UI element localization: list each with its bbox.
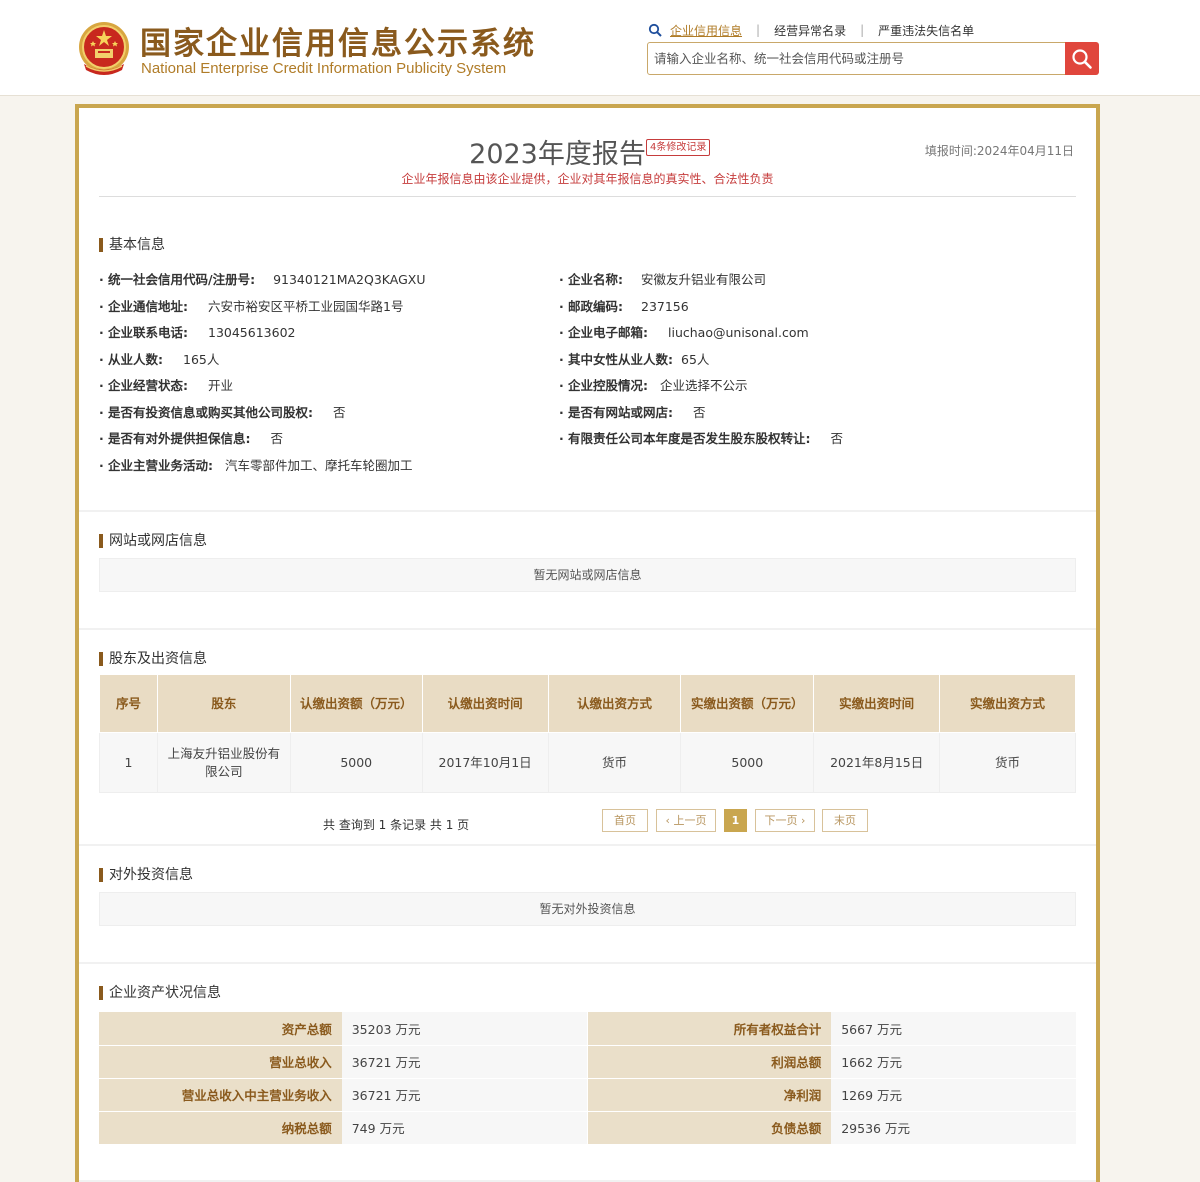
col-header-shareholder: 股东: [156, 674, 291, 733]
search-icon: [648, 23, 662, 37]
asset-label: 利润总额: [588, 1045, 832, 1079]
section-divider: [79, 628, 1096, 630]
asset-value: 749 万元: [341, 1111, 587, 1145]
col-header-paid-date: 实缴出资时间: [813, 674, 941, 733]
field-investment: · 是否有投资信息或购买其他公司股权: 否: [99, 405, 346, 420]
col-header-subscribed-method: 认缴出资方式: [547, 674, 682, 733]
col-header-subscribed-amount: 认缴出资额（万元）: [289, 674, 423, 733]
search-input[interactable]: [647, 42, 1067, 75]
table-row: 1 上海友升铝业股份有限公司 5000 2017年10月1日 货币 5000 2…: [99, 732, 1076, 793]
site-title-en: National Enterprise Credit Information P…: [141, 60, 507, 77]
asset-value: 1662 万元: [831, 1045, 1076, 1079]
cell-paid-method: 货币: [939, 732, 1076, 793]
website-empty-message: 暂无网站或网店信息: [99, 558, 1076, 592]
asset-label: 营业总收入: [99, 1045, 342, 1079]
national-emblem-icon[interactable]: [76, 20, 132, 78]
table-header-row: 序号 股东 认缴出资额（万元） 认缴出资时间 认缴出资方式 实缴出资额（万元） …: [99, 674, 1076, 733]
pager-prev-button[interactable]: ‹ 上一页: [656, 809, 716, 832]
assets-table: 资产总额 35203 万元 所有者权益合计 5667 万元 营业总收入 3672…: [99, 1012, 1076, 1145]
fill-time: 填报时间:2024年04月11日: [924, 144, 1074, 158]
field-website: · 是否有网站或网店: 否: [559, 405, 706, 420]
col-header-subscribed-date: 认缴出资时间: [421, 674, 549, 733]
field-email: · 企业电子邮箱: liuchao@unisonal.com: [559, 325, 809, 340]
investment-empty-message: 暂无对外投资信息: [99, 892, 1076, 926]
field-phone: · 企业联系电话: 13045613602: [99, 325, 296, 340]
divider: [99, 196, 1076, 197]
field-holding: · 企业控股情况: 企业选择不公示: [559, 378, 748, 393]
cell-subscribed-date: 2017年10月1日: [421, 732, 549, 793]
field-female-employees: · 其中女性从业人数: 65人: [559, 352, 710, 367]
field-postcode: · 邮政编码: 237156: [559, 299, 689, 314]
field-credit-code: · 统一社会信用代码/注册号: 91340121MA2Q3KAGXU: [99, 272, 426, 287]
cell-shareholder: 上海友升铝业股份有限公司: [156, 732, 291, 793]
asset-label: 营业总收入中主营业务收入: [99, 1078, 342, 1112]
magnifier-icon: [1072, 48, 1092, 69]
field-guarantee: · 是否有对外提供担保信息: 否: [99, 431, 284, 446]
nav-separator: |: [860, 23, 865, 37]
chevron-right-icon: ›: [797, 814, 806, 827]
shareholders-table: 序号 股东 认缴出资额（万元） 认缴出资时间 认缴出资方式 实缴出资额（万元） …: [99, 674, 1076, 793]
top-nav: 企业信用信息 | 经营异常名录 | 严重违法失信名单: [648, 21, 974, 39]
cell-subscribed-amount: 5000: [289, 732, 423, 793]
field-status: · 企业经营状态: 开业: [99, 378, 234, 393]
field-company-name: · 企业名称: 安徽友升铝业有限公司: [559, 272, 767, 287]
modification-record-badge[interactable]: 4条修改记录: [646, 139, 711, 156]
asset-label: 所有者权益合计: [588, 1012, 832, 1046]
cell-subscribed-method: 货币: [547, 732, 682, 793]
disclaimer: 企业年报信息由该企业提供，企业对其年报信息的真实性、合法性负责: [401, 172, 774, 186]
cell-paid-date: 2021年8月15日: [813, 732, 941, 793]
report-panel: 2023年度报告 4条修改记录 填报时间:2024年04月11日 企业年报信息由…: [75, 104, 1100, 1182]
section-title-basic: 基本信息: [99, 238, 165, 252]
field-address: · 企业通信地址: 六安市裕安区平桥工业园国华路1号: [99, 299, 404, 314]
table-row: 营业总收入 36721 万元 利润总额 1662 万元: [99, 1045, 1076, 1079]
asset-value: 36721 万元: [341, 1045, 587, 1079]
col-header-paid-method: 实缴出资方式: [939, 674, 1076, 733]
table-row: 纳税总额 749 万元 负债总额 29536 万元: [99, 1111, 1076, 1145]
pager-last-button[interactable]: 末页: [822, 809, 868, 832]
site-title-cn: 国家企业信用信息公示系统: [140, 26, 536, 62]
field-main-business: · 企业主营业务活动: 汽车零部件加工、摩托车轮圈加工: [99, 458, 413, 473]
asset-value: 5667 万元: [831, 1012, 1076, 1046]
asset-value: 1269 万元: [831, 1078, 1076, 1112]
report-title-text: 2023年度报告: [469, 139, 646, 170]
asset-label: 纳税总额: [99, 1111, 342, 1145]
table-row: 资产总额 35203 万元 所有者权益合计 5667 万元: [99, 1012, 1076, 1046]
asset-value: 29536 万元: [831, 1111, 1076, 1145]
nav-abnormal-list[interactable]: 经营异常名录: [774, 22, 846, 39]
cell-paid-amount: 5000: [680, 732, 815, 793]
section-title-shareholders: 股东及出资信息: [99, 652, 207, 666]
pager-next-button[interactable]: 下一页 ›: [755, 809, 815, 832]
nav-separator: |: [756, 23, 761, 37]
asset-value: 35203 万元: [341, 1012, 587, 1046]
site-header: 国家企业信用信息公示系统 National Enterprise Credit …: [0, 0, 1200, 96]
field-equity-transfer: · 有限责任公司本年度是否发生股东股权转让: 否: [559, 431, 844, 446]
table-row: 营业总收入中主营业务收入 36721 万元 净利润 1269 万元: [99, 1078, 1076, 1112]
asset-label: 资产总额: [99, 1012, 342, 1046]
nav-serious-violation-list[interactable]: 严重违法失信名单: [878, 22, 974, 39]
field-employees: · 从业人数: 165人: [99, 352, 220, 367]
col-header-index: 序号: [99, 674, 158, 733]
cell-index: 1: [99, 732, 158, 793]
pager-info: 共 查询到 1 条记录 共 1 页: [323, 818, 470, 832]
nav-enterprise-credit[interactable]: 企业信用信息: [670, 22, 742, 39]
section-title-assets: 企业资产状况信息: [99, 986, 221, 1000]
section-title-website: 网站或网店信息: [99, 534, 207, 548]
section-divider: [79, 510, 1096, 512]
section-divider: [79, 844, 1096, 846]
search-button[interactable]: [1065, 42, 1099, 75]
section-divider: [79, 962, 1096, 964]
asset-label: 净利润: [588, 1078, 832, 1112]
section-title-investment: 对外投资信息: [99, 868, 193, 882]
pager-first-button[interactable]: 首页: [602, 809, 648, 832]
pager-current-page[interactable]: 1: [724, 809, 747, 832]
asset-value: 36721 万元: [341, 1078, 587, 1112]
asset-label: 负债总额: [588, 1111, 832, 1145]
col-header-paid-amount: 实缴出资额（万元）: [680, 674, 815, 733]
